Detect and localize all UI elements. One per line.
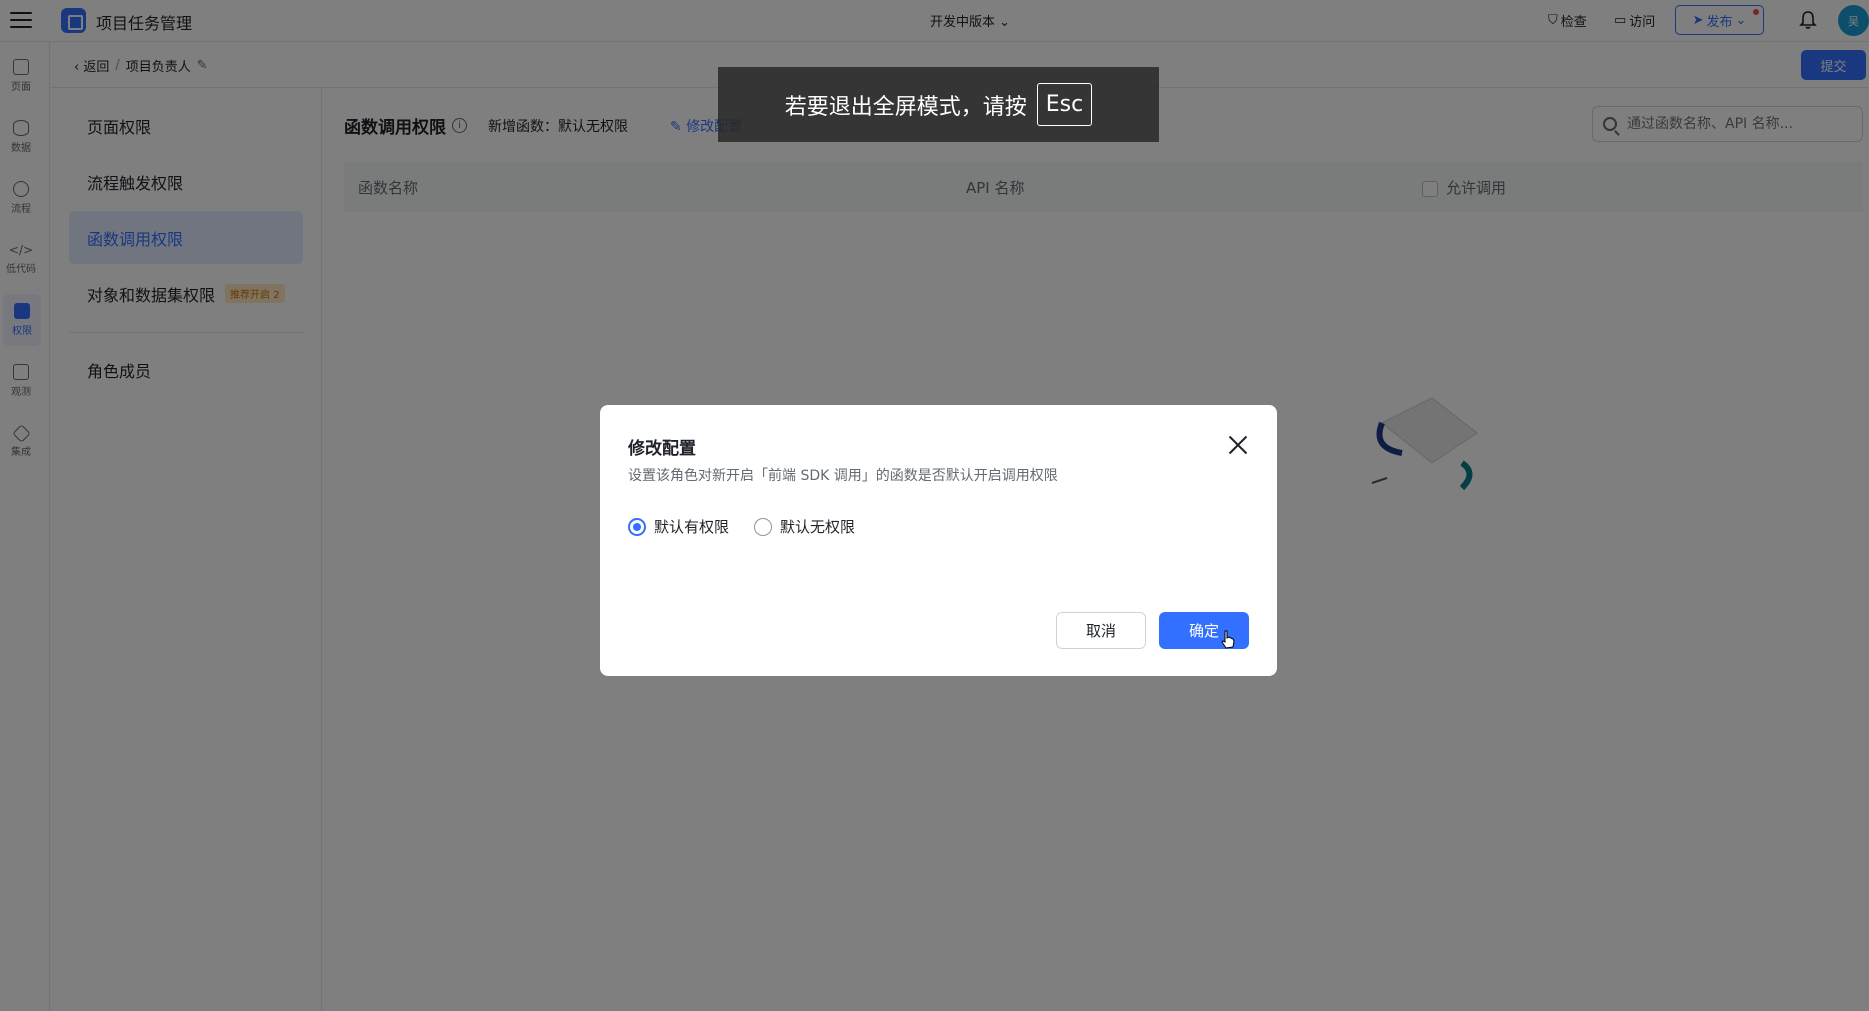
- dialog-title: 修改配置: [628, 439, 696, 459]
- radio-button[interactable]: [754, 517, 773, 536]
- edit-config-dialog: 修改配置 设置该角色对新开启「前端 SDK 调用」的函数是否默认开启调用权限 默…: [600, 405, 1277, 676]
- dialog-description: 设置该角色对新开启「前端 SDK 调用」的函数是否默认开启调用权限: [628, 468, 1058, 484]
- hand-cursor-icon: [1221, 630, 1235, 649]
- toast-text: 若要退出全屏模式，请按: [784, 94, 1027, 120]
- radio-label: 默认有权限: [654, 518, 730, 536]
- radio-label: 默认无权限: [780, 518, 856, 536]
- fullscreen-toast: 若要退出全屏模式，请按 Esc: [718, 67, 1159, 142]
- cancel-button[interactable]: 取消: [1056, 612, 1146, 649]
- radio-button[interactable]: [628, 517, 646, 536]
- radio-option-default-allow[interactable]: 默认有权限: [628, 516, 729, 537]
- radio-option-default-deny[interactable]: 默认无权限: [754, 516, 855, 537]
- esc-key: Esc: [1036, 83, 1093, 126]
- permission-radio-group: 默认有权限 默认无权限: [628, 516, 855, 537]
- close-icon[interactable]: [1227, 434, 1249, 456]
